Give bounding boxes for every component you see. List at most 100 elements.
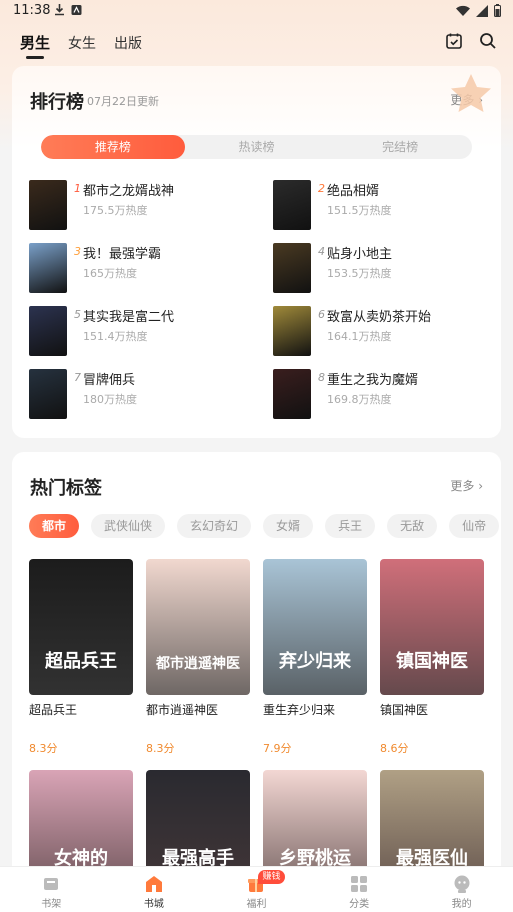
tab-recommend[interactable]: 推荐榜 [41, 135, 185, 159]
hot-tags-title: 热门标签 [30, 478, 102, 499]
search-icon[interactable] [479, 32, 497, 50]
bookshelf-icon [44, 878, 59, 890]
book-cover [29, 306, 67, 356]
tag-chip[interactable]: 仙帝 [449, 514, 500, 538]
nav-badge: 赚钱 [258, 870, 285, 884]
header-actions [445, 32, 497, 50]
status-icons [456, 4, 501, 17]
tag-chip[interactable]: 兵王 [325, 514, 376, 538]
book-cover: 弃少归来 [263, 559, 367, 695]
book-title: 其实我是富二代 [83, 310, 175, 325]
rank-number: 1 [74, 182, 81, 195]
book-score: 8.6分 [380, 742, 409, 755]
nav-label: 书城 [143, 899, 164, 910]
book-heat: 175.5万热度 [83, 204, 148, 217]
tag-chip[interactable]: 女婿 [263, 514, 314, 538]
book-card[interactable]: 镇国神医 镇国神医 8.6分 [380, 559, 484, 756]
book-title: 绝品相婿 [327, 184, 380, 199]
book-heat: 151.5万热度 [327, 204, 392, 217]
tag-chips: 都市 武侠仙侠 玄幻奇幻 女婿 兵王 无敌 仙帝 [29, 514, 500, 538]
rank-number: 4 [318, 245, 325, 258]
status-time: 11:38 [13, 3, 51, 18]
ranking-card: 排行榜 07月22日更新 更多 › 推荐榜 热读榜 完结榜 1都市之龙婿战神17… [12, 66, 501, 438]
tab-female[interactable]: 女生 [68, 33, 96, 53]
book-cover [29, 243, 67, 293]
rank-number: 7 [74, 371, 81, 384]
tag-chip[interactable]: 无敌 [387, 514, 438, 538]
hot-tags-card: 热门标签 更多 › 都市 武侠仙侠 玄幻奇幻 女婿 兵王 无敌 仙帝 超品兵王 超品兵王 8.3… [12, 452, 501, 912]
hot-tags-more-label: 更多 [450, 479, 475, 493]
ranking-item[interactable]: 1 都市之龙婿战神 175.5万热度 [29, 180, 259, 232]
book-cover [273, 243, 311, 293]
ranking-item[interactable]: 8 重生之我为魔婿 169.8万热度 [273, 369, 503, 421]
book-card[interactable]: 超品兵王 超品兵王 8.3分 [29, 559, 133, 756]
wifi-icon [456, 5, 470, 16]
ranking-item[interactable]: 6 致富从卖奶茶开始 164.1万热度 [273, 306, 503, 358]
book-title: 贴身小地主 [327, 247, 393, 262]
rank-number: 2 [318, 182, 325, 195]
book-heat: 164.1万热度 [327, 330, 392, 343]
nav-item[interactable]: 书城 [103, 867, 206, 912]
book-cover [273, 306, 311, 356]
checkin-icon[interactable] [445, 32, 463, 50]
book-heat: 153.5万热度 [327, 267, 392, 280]
rank-number: 3 [74, 245, 81, 258]
book-heat: 180万热度 [83, 393, 137, 406]
book-title: 都市之龙婿战神 [83, 184, 175, 199]
ranking-item[interactable]: 3 我！最强学霸 165万热度 [29, 243, 259, 295]
ranking-updated: 07月22日更新 [87, 95, 159, 108]
nav-item[interactable]: 分类 [308, 867, 411, 912]
ranking-item[interactable]: 2 绝品相婿 151.5万热度 [273, 180, 503, 232]
book-score: 8.3分 [146, 742, 175, 755]
book-card[interactable]: 都市逍遥神医 都市逍遥神医 8.3分 [146, 559, 250, 756]
tab-publishing[interactable]: 出版 [114, 33, 142, 53]
ranking-item[interactable]: 4 贴身小地主 153.5万热度 [273, 243, 503, 295]
book-heat: 169.8万热度 [327, 393, 392, 406]
tag-chip[interactable]: 武侠仙侠 [91, 514, 166, 538]
nav-label: 分类 [349, 899, 370, 910]
bookstore-icon [145, 876, 162, 892]
ranking-item[interactable]: 5 其实我是富二代 151.4万热度 [29, 306, 259, 358]
ranking-title: 排行榜 [30, 92, 84, 113]
cover-title: 都市逍遥神医 [156, 656, 240, 672]
nav-item[interactable]: 福利 赚钱 [205, 867, 308, 912]
battery-icon [494, 4, 501, 17]
book-cover [273, 180, 311, 230]
gender-tabs: 男生 女生 出版 [20, 32, 142, 59]
bottom-navigation: 书架 书城 福利 赚钱分类 我的 [0, 866, 513, 912]
book-score: 8.3分 [29, 742, 58, 755]
star-decoration-icon [451, 74, 491, 112]
book-heat: 151.4万热度 [83, 330, 148, 343]
book-cover [273, 369, 311, 419]
book-title: 我！最强学霸 [83, 247, 162, 262]
app-notification-icon [71, 5, 82, 15]
rank-number: 6 [318, 308, 325, 321]
rank-number: 5 [74, 308, 81, 321]
book-cover [29, 180, 67, 230]
book-score: 7.9分 [263, 742, 292, 755]
tab-completed[interactable]: 完结榜 [328, 135, 472, 159]
book-title: 重生弃少归来 [263, 703, 336, 717]
status-bar: 11:38 [0, 0, 513, 22]
nav-item[interactable]: 我的 [410, 867, 513, 912]
category-icon [351, 876, 368, 892]
tab-male[interactable]: 男生 [20, 32, 50, 59]
hot-tags-more-link[interactable]: 更多 › [450, 477, 483, 494]
download-icon [55, 4, 64, 16]
cover-title: 超品兵王 [45, 651, 117, 672]
book-card[interactable]: 弃少归来重生弃少归来 7.9分 [263, 559, 367, 756]
cover-title: 弃少归来 [279, 651, 351, 672]
book-cover: 超品兵王 [29, 559, 133, 695]
tab-hot-read[interactable]: 热读榜 [185, 135, 329, 159]
tag-chip[interactable]: 都市 [29, 514, 80, 538]
ranking-item[interactable]: 7 冒牌佣兵 180万热度 [29, 369, 259, 421]
tag-chip[interactable]: 玄幻奇幻 [177, 514, 252, 538]
book-cover: 都市逍遥神医 [146, 559, 250, 695]
rank-number: 8 [318, 371, 325, 384]
nav-item[interactable]: 书架 [0, 867, 103, 912]
ranking-tabs: 推荐榜 热读榜 完结榜 [41, 135, 472, 159]
signal-icon [476, 4, 488, 17]
profile-icon [454, 875, 470, 893]
book-title: 致富从卖奶茶开始 [327, 310, 432, 325]
book-title: 超品兵王 [29, 703, 78, 717]
